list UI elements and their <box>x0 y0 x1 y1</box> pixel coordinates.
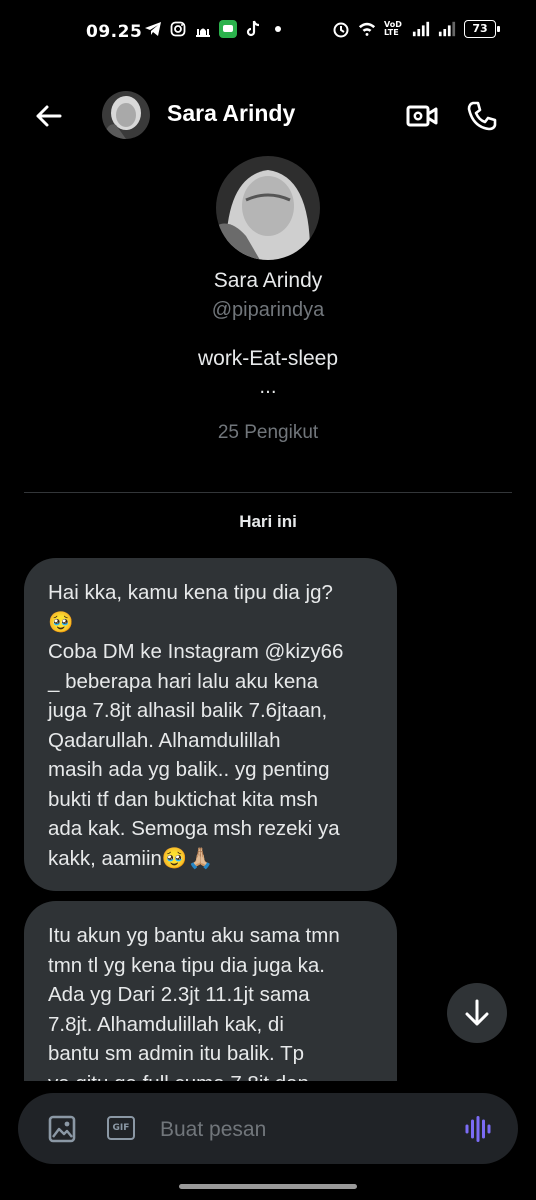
lte-label: VoD LTE <box>384 20 402 37</box>
wifi-icon <box>358 20 376 38</box>
chat-header: Sara Arindy <box>0 84 536 146</box>
voice-message-button[interactable] <box>462 1114 494 1144</box>
message-bubble[interactable]: Hai kka, kamu kena tipu dia jg? 🥹 Coba D… <box>24 558 397 891</box>
messages-app-icon <box>219 20 237 38</box>
message-input[interactable] <box>158 1111 422 1149</box>
status-bar: 09.25 VoD LTE 73 <box>0 0 536 66</box>
status-time: 09.25 <box>86 22 143 42</box>
notification-icons <box>144 20 287 38</box>
back-button[interactable] <box>30 98 66 134</box>
voice-wave-icon <box>465 1116 491 1142</box>
telegram-icon <box>144 20 162 38</box>
phone-icon <box>467 101 497 131</box>
add-image-button[interactable] <box>46 1114 78 1144</box>
date-separator: Hari ini <box>239 512 297 531</box>
voice-call-button[interactable] <box>464 98 500 134</box>
profile-followers: 25 Pengikut <box>217 422 319 443</box>
signal-icon-2 <box>438 20 456 38</box>
header-avatar[interactable] <box>102 91 150 139</box>
profile-handle: @piparindya <box>211 299 325 321</box>
profile-bio-more: ... <box>259 377 277 398</box>
profile-bio: work-Eat-sleep <box>197 347 339 370</box>
scroll-to-bottom-button[interactable] <box>447 983 507 1043</box>
back-arrow-icon <box>36 105 62 127</box>
image-icon <box>48 1115 76 1143</box>
more-dot-icon <box>269 20 287 38</box>
profile-name[interactable]: Sara Arindy <box>0 269 536 293</box>
instagram-icon <box>169 20 187 38</box>
home-indicator[interactable] <box>179 1184 357 1189</box>
signal-icon-1 <box>412 20 430 38</box>
alarm-icon <box>332 20 350 38</box>
message-composer: GIF <box>18 1093 518 1164</box>
battery-indicator: 73 <box>464 20 500 38</box>
video-camera-icon <box>406 105 438 127</box>
profile-avatar[interactable] <box>216 156 320 260</box>
video-call-button[interactable] <box>404 98 440 134</box>
arrow-down-icon <box>465 999 489 1026</box>
tiktok-icon <box>244 20 262 38</box>
gif-button[interactable]: GIF <box>107 1116 135 1140</box>
header-name[interactable]: Sara Arindy <box>167 100 295 127</box>
message-bubble[interactable]: Itu akun yg bantu aku sama tmn tmn tl yg… <box>24 901 397 1081</box>
mosque-icon <box>194 20 212 38</box>
divider <box>24 492 512 493</box>
system-icons: VoD LTE 73 <box>332 20 500 38</box>
